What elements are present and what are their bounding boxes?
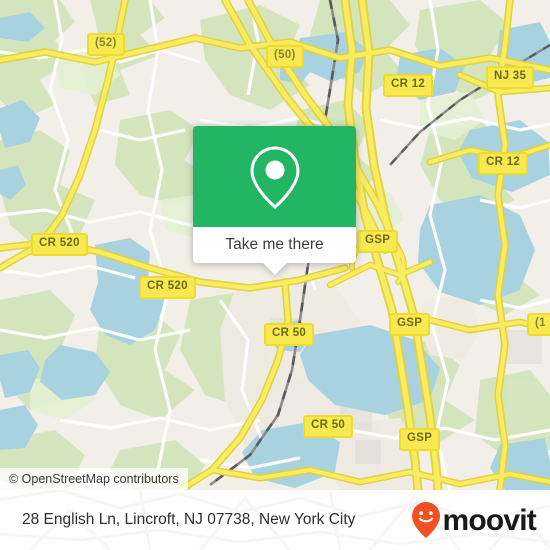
map-pin-icon bbox=[249, 145, 300, 209]
footer-content: 28 English Ln, Lincroft, NJ 07738, New Y… bbox=[0, 490, 550, 550]
popup-action-panel[interactable]: Take me there bbox=[193, 227, 356, 275]
map-canvas[interactable]: (52) (50) CR 12 NJ 35 CR 12 CR 520 GSP C… bbox=[0, 0, 550, 490]
road-shield: (52) bbox=[87, 33, 125, 56]
popup-icon-panel bbox=[193, 126, 356, 227]
moovit-pin-icon bbox=[412, 502, 441, 538]
moovit-logo[interactable]: moovit bbox=[411, 501, 537, 539]
road-shield: CR 12 bbox=[383, 74, 434, 97]
road-shield: CR 12 bbox=[478, 152, 529, 175]
road-shield: (50) bbox=[266, 45, 304, 68]
road-shield: GSP bbox=[389, 313, 431, 336]
road-shield: CR 50 bbox=[303, 415, 354, 438]
map-screenshot: (52) (50) CR 12 NJ 35 CR 12 CR 520 GSP C… bbox=[0, 0, 550, 550]
location-popup-card[interactable]: Take me there bbox=[193, 126, 356, 275]
moovit-wordmark: moovit bbox=[442, 503, 536, 537]
map-attribution[interactable]: © OpenStreetMap contributors bbox=[0, 468, 188, 490]
footer-bar: 28 English Ln, Lincroft, NJ 07738, New Y… bbox=[0, 490, 550, 550]
popup-tail bbox=[262, 263, 287, 275]
road-shield: CR 520 bbox=[31, 233, 88, 256]
road-shield: (1 bbox=[527, 313, 550, 336]
road-shield: GSP bbox=[399, 428, 441, 451]
take-me-there-label: Take me there bbox=[225, 236, 324, 254]
road-shield: NJ 35 bbox=[486, 66, 535, 89]
road-shield: CR 520 bbox=[139, 276, 196, 299]
address-label: 28 English Ln, Lincroft, NJ 07738, New Y… bbox=[22, 511, 356, 529]
road-shield: CR 50 bbox=[264, 323, 315, 346]
road-shield: GSP bbox=[357, 230, 399, 253]
